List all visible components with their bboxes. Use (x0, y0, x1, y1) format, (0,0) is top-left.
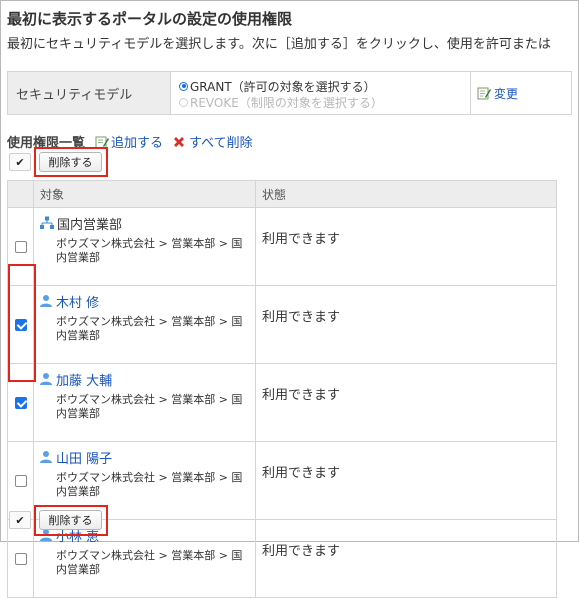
permission-list-header: 使用権限一覧 追加する すべて削除 (7, 132, 253, 151)
row-target-name[interactable]: 加藤 大輔 (56, 370, 112, 389)
edit-icon (477, 87, 491, 100)
add-link[interactable]: 追加する (111, 132, 163, 151)
table-row: 木村 修 ボウズマン株式会社 > 営業本部 > 国内営業部 利用できます (7, 285, 557, 364)
row-status: 利用できます (255, 363, 557, 442)
delete-button-bottom[interactable]: 削除する (39, 510, 102, 530)
revoke-label: REVOKE（制限の対象を選択する） (190, 95, 383, 110)
row-target-name[interactable]: 木村 修 (56, 292, 99, 311)
change-model-link[interactable]: 変更 (494, 85, 518, 102)
row-target-name: 国内営業部 (57, 217, 123, 233)
target-column-header: 対象 (33, 180, 256, 208)
row-target-path: ボウズマン株式会社 > 営業本部 > 国内営業部 (56, 393, 243, 420)
row-status: 利用できます (255, 285, 557, 364)
user-icon (40, 529, 52, 541)
row-status: 利用できます (255, 207, 557, 286)
delete-all-icon (174, 136, 185, 147)
page-title: 最初に表示するポータルの設定の使用権限 (7, 10, 293, 28)
user-icon (40, 451, 52, 463)
security-model-table: セキュリティモデル GRANT（許可の対象を選択する） REVOKE（制限の対象… (7, 71, 572, 115)
revoke-radio[interactable] (179, 97, 188, 107)
status-column-header: 状態 (255, 180, 557, 208)
row-target-path: ボウズマン株式会社 > 営業本部 > 国内営業部 (56, 237, 243, 264)
row-target-path: ボウズマン株式会社 > 営業本部 > 国内営業部 (56, 471, 243, 498)
row-checkbox[interactable] (14, 240, 27, 253)
row-checkbox[interactable] (14, 552, 27, 565)
check-all-toggle-top[interactable]: ✔ (9, 153, 31, 171)
row-status: 利用できます (255, 441, 557, 520)
permission-list-heading: 使用権限一覧 (7, 136, 86, 151)
table-header-row: 対象 状態 (7, 180, 557, 208)
security-model-options: GRANT（許可の対象を選択する） REVOKE（制限の対象を選択する） (171, 72, 471, 114)
user-icon (40, 373, 52, 385)
grant-label: GRANT（許可の対象を選択する） (190, 79, 376, 94)
row-checkbox[interactable] (14, 396, 27, 409)
row-target-path: ボウズマン株式会社 > 営業本部 > 国内営業部 (56, 315, 243, 342)
user-icon (40, 295, 52, 307)
table-row: 小林 恵 ボウズマン株式会社 > 営業本部 > 国内営業部 利用できます (7, 519, 557, 598)
change-cell: 変更 (471, 72, 571, 114)
row-checkbox[interactable] (14, 318, 27, 331)
row-checkbox[interactable] (14, 474, 27, 487)
table-row: 国内営業部 ボウズマン株式会社 > 営業本部 > 国内営業部 利用できます (7, 207, 557, 286)
checkbox-column-header (7, 180, 34, 208)
delete-button-top[interactable]: 削除する (39, 152, 102, 172)
row-target-path: ボウズマン株式会社 > 営業本部 > 国内営業部 (56, 549, 243, 576)
page-description: 最初にセキュリティモデルを選択します。次に［追加する］をクリックし、使用を許可ま… (7, 37, 551, 52)
permission-table: 対象 状態 国内営業部 ボウズマン株式会社 > 営業本部 > 国内営業部 利用で… (7, 180, 557, 598)
grant-radio[interactable] (179, 81, 188, 91)
row-status: 利用できます (255, 519, 557, 598)
check-all-toggle-bottom[interactable]: ✔ (9, 511, 31, 529)
row-target-name[interactable]: 山田 陽子 (56, 448, 112, 467)
security-model-label: セキュリティモデル (8, 72, 171, 114)
add-icon (95, 136, 110, 148)
table-row: 山田 陽子 ボウズマン株式会社 > 営業本部 > 国内営業部 利用できます (7, 441, 557, 520)
revoke-option[interactable]: REVOKE（制限の対象を選択する） (179, 94, 470, 110)
delete-all-link[interactable]: すべて削除 (189, 132, 253, 151)
grant-option[interactable]: GRANT（許可の対象を選択する） (179, 78, 470, 94)
organization-icon (40, 216, 54, 229)
table-row: 加藤 大輔 ボウズマン株式会社 > 営業本部 > 国内営業部 利用できます (7, 363, 557, 442)
